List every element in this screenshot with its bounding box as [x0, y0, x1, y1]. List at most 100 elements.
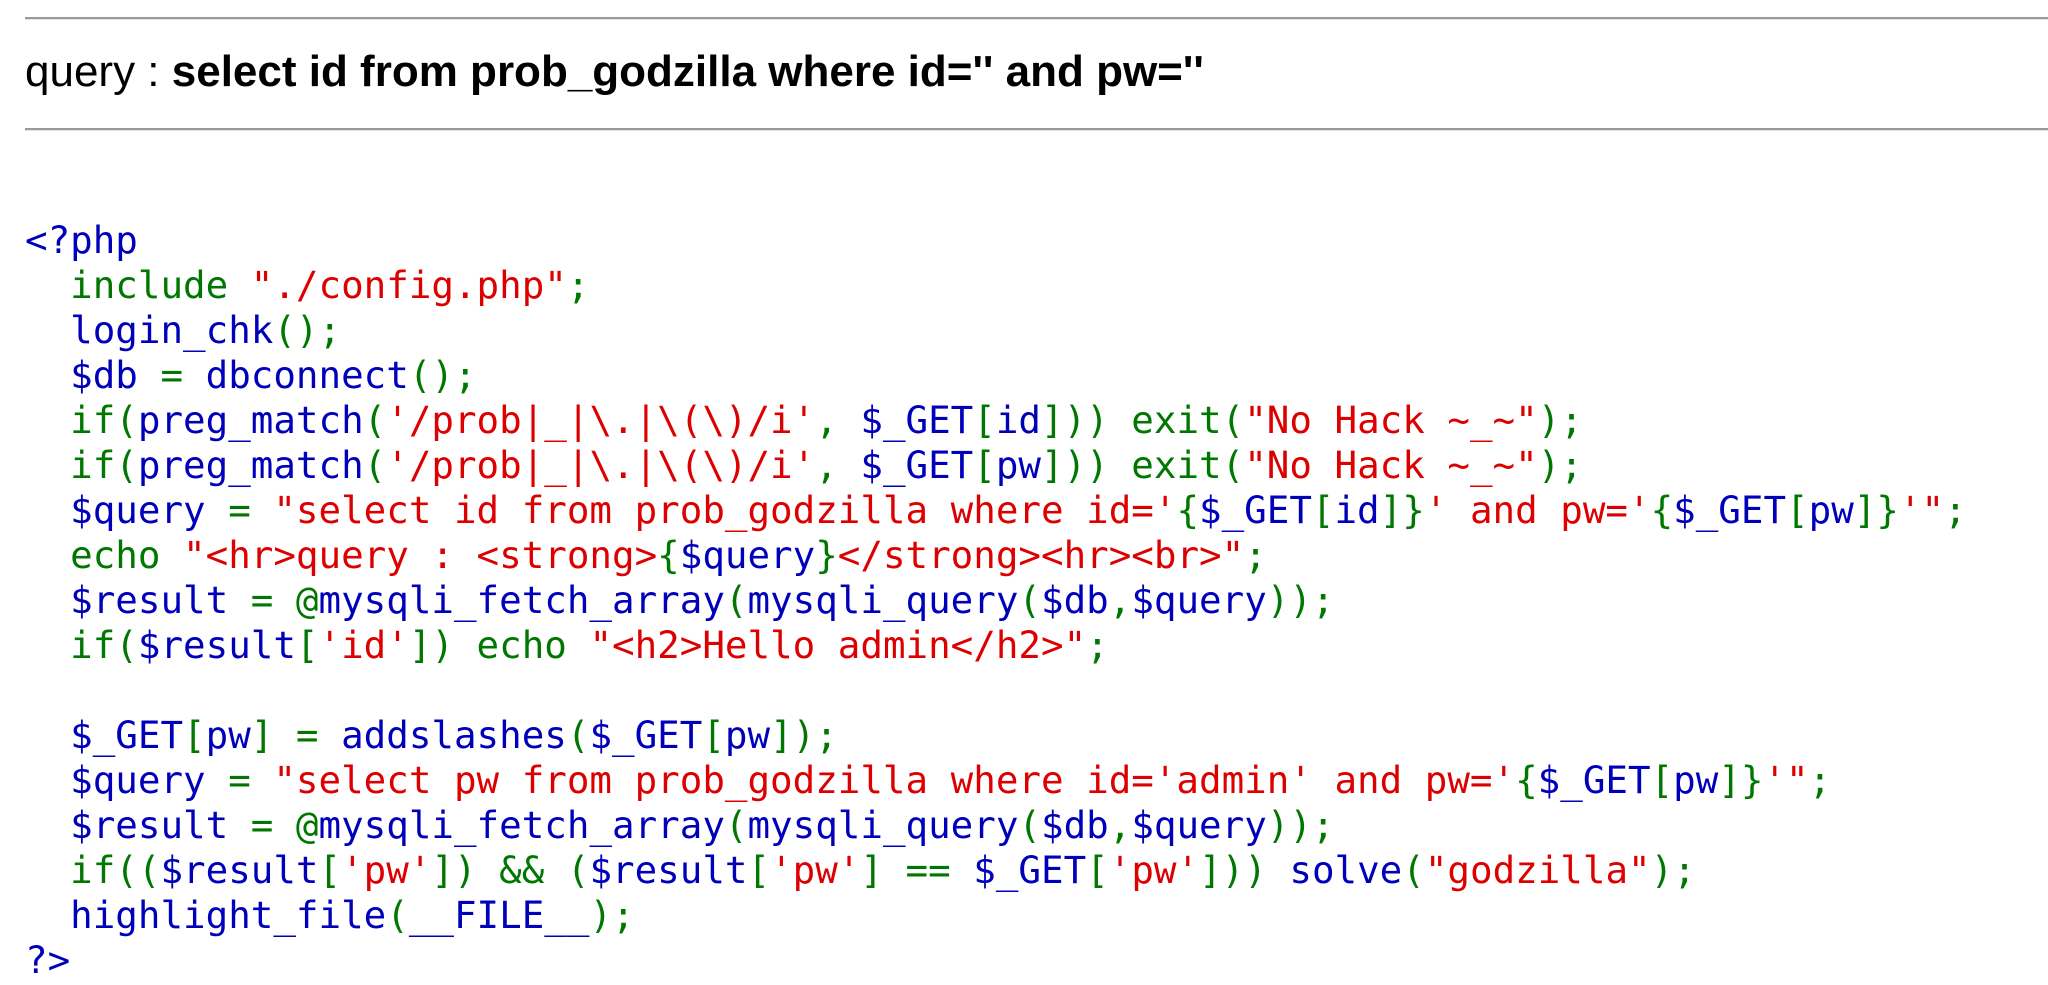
code-token-keyword: ( — [1018, 803, 1041, 847]
code-token-default — [25, 533, 70, 577]
code-token-default: $_GET — [25, 713, 184, 757]
code-line: highlight_file(__FILE__); — [25, 893, 635, 937]
code-token-keyword: ]); — [770, 713, 838, 757]
code-token-default: mysqli_fetch_array — [318, 578, 725, 622]
code-token-default: mysqli_query — [747, 578, 1019, 622]
code-token-keyword: ; — [1808, 758, 1832, 802]
code-token-keyword: , — [815, 443, 861, 487]
code-token-default: $_GET — [860, 398, 974, 442]
code-token-default: $query — [25, 488, 229, 532]
code-token-default: highlight_file — [25, 893, 387, 937]
code-token-keyword: { — [1650, 488, 1674, 532]
code-token-string: "select pw from prob_godzilla where id='… — [273, 758, 1516, 802]
code-token-keyword: ( — [724, 578, 748, 622]
code-token-string: </strong><hr><br>" — [837, 533, 1245, 577]
code-token-default: $_GET — [1537, 758, 1651, 802]
query-text: select id from prob_godzilla where id=''… — [171, 47, 1204, 96]
code-token-keyword: ]} — [1853, 488, 1899, 532]
code-token-keyword: ])) — [1199, 848, 1290, 892]
code-token-keyword: (); — [273, 308, 342, 352]
code-token-keyword: if(( — [70, 848, 161, 892]
code-token-keyword: [ — [973, 443, 996, 487]
code-token-default: <?php — [25, 218, 138, 262]
code-token-keyword: [ — [1311, 488, 1335, 532]
code-token-keyword: [ — [1786, 488, 1809, 532]
code-token-keyword: if( — [70, 398, 138, 442]
code-token-string: 'id' — [318, 623, 409, 667]
code-token-keyword: if( — [70, 623, 138, 667]
code-line: echo "<hr>query : <strong>{$query}</stro… — [25, 533, 1267, 577]
code-line: $result = @mysqli_fetch_array(mysqli_que… — [25, 578, 1335, 622]
code-token-string: "<h2>Hello admin</h2>" — [589, 623, 1087, 667]
code-token-keyword: [ — [183, 713, 206, 757]
code-token-default: $result — [160, 848, 319, 892]
code-token-keyword: ]} — [1379, 488, 1425, 532]
code-token-keyword: [ — [1086, 848, 1109, 892]
code-token-keyword: ] == — [860, 848, 974, 892]
code-token-default — [25, 398, 70, 442]
top-divider — [25, 17, 2048, 20]
code-line: $_GET[pw] = addslashes($_GET[pw]); — [25, 713, 838, 757]
code-token-keyword: ( — [386, 893, 409, 937]
code-token-keyword: ( — [363, 443, 387, 487]
code-token-default: $db — [1041, 578, 1109, 622]
code-token-keyword: include — [70, 263, 251, 307]
bottom-divider — [25, 128, 2048, 131]
code-line: <?php — [25, 218, 138, 262]
code-token-keyword: { — [1176, 488, 1200, 532]
query-display: query : select id from prob_godzilla whe… — [25, 46, 1204, 98]
code-token-default: pw — [1808, 488, 1854, 532]
code-token-default — [25, 263, 70, 307]
code-token-string: 'pw' — [770, 848, 861, 892]
code-token-default — [25, 623, 70, 667]
code-token-keyword: ); — [589, 893, 635, 937]
code-token-default: dbconnect — [205, 353, 409, 397]
query-label: query : — [25, 47, 172, 96]
code-token-keyword: [ — [318, 848, 342, 892]
code-token-default: $_GET — [1673, 488, 1787, 532]
code-token-default: pw — [724, 713, 771, 757]
code-line: login_chk(); — [25, 308, 341, 352]
code-token-default: mysqli_fetch_array — [318, 803, 725, 847]
code-token-string: '" — [1898, 488, 1945, 532]
code-token-default: id — [1334, 488, 1380, 532]
code-token-keyword: = — [160, 353, 206, 397]
code-token-keyword: )); — [1266, 578, 1335, 622]
code-token-keyword: ); — [1537, 398, 1583, 442]
code-line: if(($result['pw']) && ($result['pw'] == … — [25, 848, 1696, 892]
code-line: if(preg_match('/prob|_|\.|\(\)/i', $_GET… — [25, 398, 1583, 442]
code-token-keyword: (); — [408, 353, 477, 397]
code-token-keyword: , — [1108, 803, 1132, 847]
code-token-default: $db — [25, 353, 161, 397]
code-token-keyword: if( — [70, 443, 138, 487]
code-token-default: preg_match — [137, 398, 364, 442]
code-token-default: $result — [25, 803, 251, 847]
code-token-keyword: [ — [973, 398, 996, 442]
code-token-string: '" — [1763, 758, 1809, 802]
code-line: if(preg_match('/prob|_|\.|\(\)/i', $_GET… — [25, 443, 1583, 487]
code-token-keyword: } — [815, 533, 838, 577]
code-token-keyword: ]) echo — [408, 623, 590, 667]
code-token-default: $_GET — [589, 713, 703, 757]
code-token-keyword: ( — [1018, 578, 1041, 622]
code-token-keyword: ; — [566, 263, 590, 307]
code-token-default: $query — [25, 758, 229, 802]
code-token-string: ' and pw=' — [1424, 488, 1651, 532]
code-token-default: ?> — [25, 938, 71, 982]
code-token-keyword: ); — [1537, 443, 1583, 487]
code-token-keyword: { — [1515, 758, 1538, 802]
code-token-string: "No Hack ~_~" — [1244, 443, 1538, 487]
code-token-keyword: = @ — [250, 803, 319, 847]
code-token-string: 'pw' — [1108, 848, 1200, 892]
code-token-keyword: ); — [1650, 848, 1696, 892]
code-token-keyword: ; — [1944, 488, 1967, 532]
code-token-keyword: ; — [1244, 533, 1267, 577]
code-token-default: solve — [1289, 848, 1403, 892]
code-token-string: '/prob|_|\.|\(\)/i' — [386, 398, 816, 442]
code-line: $query = "select pw from prob_godzilla w… — [25, 758, 1831, 802]
code-line: ?> — [25, 938, 70, 982]
code-token-default: $query — [1131, 578, 1267, 622]
code-token-keyword: [ — [1650, 758, 1674, 802]
code-token-default: $query — [679, 533, 816, 577]
code-token-keyword: ( — [566, 713, 590, 757]
